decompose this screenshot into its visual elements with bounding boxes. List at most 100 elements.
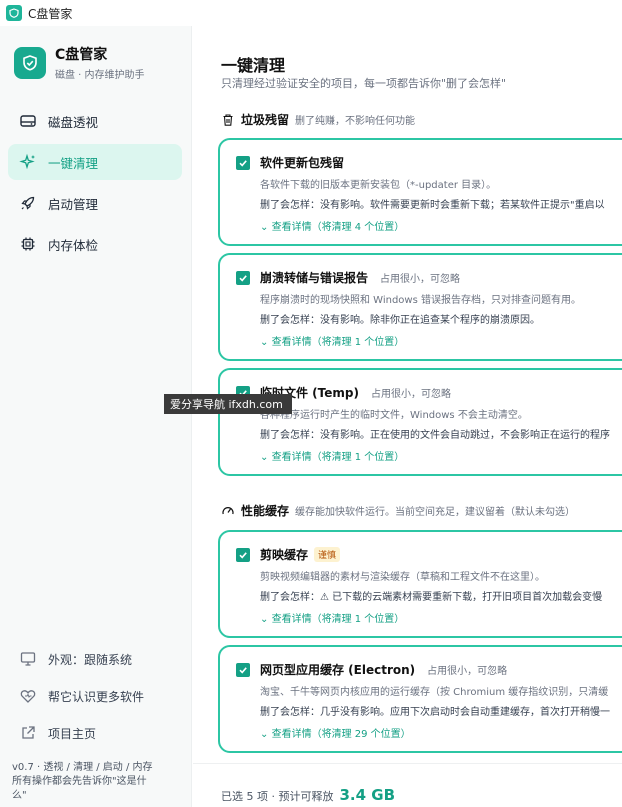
version-line: v0.7 · 透视 / 清理 / 启动 / 内存 bbox=[12, 762, 153, 773]
appearance-label: 外观：跟随系统 bbox=[48, 652, 133, 667]
chevron-down-icon: ⌄ bbox=[260, 452, 269, 463]
app-logo-icon bbox=[6, 5, 22, 21]
brand-subtitle: 磁盘 · 内存维护助手 bbox=[55, 70, 145, 81]
sidebar-nav: 磁盘透视 一键清理 启动管理 内存体检 bbox=[8, 103, 182, 267]
page-subtitle: 只清理经过验证安全的项目，每一项都告诉你"删了会怎样" bbox=[221, 77, 507, 90]
chevron-down-icon: ⌄ bbox=[260, 614, 269, 625]
item-effect: 删了会怎样：没有影响。除非你正在追查某个程序的崩溃原因。 bbox=[260, 315, 540, 326]
appearance-toggle[interactable]: 外观：跟随系统 bbox=[8, 642, 182, 676]
version-line: 么" bbox=[12, 790, 27, 801]
sidebar-item-startup[interactable]: 启动管理 bbox=[8, 185, 182, 221]
check-icon bbox=[239, 552, 247, 559]
clean-item-card[interactable]: 崩溃转储与错误报告 占用很小，可忽略 程序崩溃时的现场快照和 Windows 错误… bbox=[218, 253, 622, 361]
item-effect: 删了会怎样：没有影响。正在使用的文件会自动跳过，不会影响正在运行的程序 bbox=[260, 430, 610, 441]
chevron-down-icon: ⌄ bbox=[260, 222, 269, 233]
section-title: 垃圾残留 bbox=[241, 113, 290, 127]
item-checkbox[interactable] bbox=[236, 663, 250, 677]
disk-icon bbox=[18, 111, 38, 131]
contribute-link[interactable]: 帮它认识更多软件 bbox=[8, 679, 182, 713]
item-effect: 删了会怎样：⚠ 已下载的云端素材需要重新下载，打开旧项目首次加载会变慢 bbox=[260, 592, 603, 603]
item-effect: 删了会怎样：没有影响。软件需要更新时会重新下载；若某软件正提示"重启以 bbox=[260, 200, 605, 211]
view-details-label: 查看详情（将清理 29 个位置） bbox=[271, 729, 411, 740]
check-icon bbox=[239, 667, 247, 674]
view-details-link[interactable]: ⌄ 查看详情（将清理 1 个位置） bbox=[260, 333, 404, 348]
selection-summary: 已选 5 项 · 预计可释放 3.4 GB bbox=[221, 786, 395, 804]
clean-item-card[interactable]: 软件更新包残留 各软件下载的旧版本更新安装包（*-updater 目录）。 删了… bbox=[218, 138, 622, 246]
brand-name: C盘管家 bbox=[55, 47, 108, 63]
sidebar-item-memory[interactable]: 内存体检 bbox=[8, 226, 182, 262]
item-desc: 剪映视频编辑器的素材与渲染缓存（草稿和工程文件不在这里）。 bbox=[260, 572, 545, 583]
item-title-text: 崩溃转储与错误报告 bbox=[260, 271, 369, 285]
window-titlebar: C盘管家 bbox=[0, 0, 622, 26]
item-hint: 占用很小，可忽略 bbox=[427, 666, 508, 677]
item-checkbox[interactable] bbox=[236, 271, 250, 285]
page-title: 一键清理 bbox=[221, 56, 286, 75]
section-title: 性能缓存 bbox=[241, 504, 290, 518]
view-details-label: 查看详情（将清理 4 个位置） bbox=[271, 222, 405, 233]
section-desc: 删了纯赚，不影响任何功能 bbox=[295, 116, 416, 127]
version-line: 所有操作都会先告诉你"这是什 bbox=[12, 776, 147, 787]
item-checkbox[interactable] bbox=[236, 548, 250, 562]
sidebar-item-label: 磁盘透视 bbox=[48, 114, 99, 130]
sidebar-item-label: 启动管理 bbox=[48, 196, 99, 212]
item-desc: 各种程序运行时产生的临时文件，Windows 不会主动清空。 bbox=[260, 410, 528, 421]
check-icon bbox=[239, 160, 247, 167]
contribute-label: 帮它认识更多软件 bbox=[48, 689, 145, 704]
summary-size: 3.4 GB bbox=[339, 786, 396, 804]
clean-item-card[interactable]: 剪映缓存 谨慎 剪映视频编辑器的素材与渲染缓存（草稿和工程文件不在这里）。 删了会… bbox=[218, 530, 622, 638]
chevron-down-icon: ⌄ bbox=[260, 337, 269, 348]
view-details-link[interactable]: ⌄ 查看详情（将清理 4 个位置） bbox=[260, 218, 404, 233]
project-home-link[interactable]: 项目主页 bbox=[8, 716, 182, 750]
watermark: 爱分享导航 ifxdh.com bbox=[164, 394, 292, 414]
item-title-text: 剪映缓存 bbox=[260, 548, 309, 562]
view-details-link[interactable]: ⌄ 查看详情（将清理 29 个位置） bbox=[260, 725, 411, 740]
view-details-label: 查看详情（将清理 1 个位置） bbox=[271, 337, 405, 348]
chip-icon bbox=[18, 234, 38, 254]
gauge-icon bbox=[221, 504, 235, 518]
item-title: 剪映缓存 谨慎 bbox=[260, 546, 341, 563]
item-title-text: 网页型应用缓存 (Electron) bbox=[260, 663, 416, 677]
monitor-icon bbox=[18, 649, 38, 669]
external-link-icon bbox=[18, 723, 38, 743]
view-details-label: 查看详情（将清理 1 个位置） bbox=[271, 614, 405, 625]
item-title: 崩溃转储与错误报告 占用很小，可忽略 bbox=[260, 269, 460, 286]
item-checkbox[interactable] bbox=[236, 156, 250, 170]
item-desc: 淘宝、千牛等网页内核应用的运行缓存（按 Chromium 缓存指纹识别，只清缓 bbox=[260, 687, 609, 698]
item-desc: 程序崩溃时的现场快照和 Windows 错误报告存档，只对排查问题有用。 bbox=[260, 295, 581, 306]
sidebar-item-disk-view[interactable]: 磁盘透视 bbox=[8, 103, 182, 139]
item-title: 网页型应用缓存 (Electron) 占用很小，可忽略 bbox=[260, 661, 507, 678]
section-junk-header: 垃圾残留 删了纯赚，不影响任何功能 bbox=[221, 111, 415, 128]
sidebar-item-label: 内存体检 bbox=[48, 237, 99, 253]
section-cache-header: 性能缓存 缓存能加快软件运行。当前空间充足，建议留着（默认未勾选） bbox=[221, 502, 575, 519]
item-hint: 占用很小，可忽略 bbox=[370, 389, 451, 400]
view-details-link[interactable]: ⌄ 查看详情（将清理 1 个位置） bbox=[260, 448, 404, 463]
clean-item-card[interactable]: 网页型应用缓存 (Electron) 占用很小，可忽略 淘宝、千牛等网页内核应用的… bbox=[218, 645, 622, 753]
view-details-label: 查看详情（将清理 1 个位置） bbox=[271, 452, 405, 463]
window-title: C盘管家 bbox=[28, 6, 73, 21]
trash-icon bbox=[221, 113, 235, 127]
footer-divider bbox=[193, 763, 622, 764]
sidebar-bottom-nav: 外观：跟随系统 帮它认识更多软件 项目主页 bbox=[8, 642, 182, 753]
item-desc: 各软件下载的旧版本更新安装包（*-updater 目录）。 bbox=[260, 180, 497, 191]
sparkle-icon bbox=[18, 152, 38, 172]
clean-item-card[interactable]: 临时文件 (Temp) 占用很小，可忽略 各种程序运行时产生的临时文件，Windo… bbox=[218, 368, 622, 476]
sidebar-item-label: 一键清理 bbox=[48, 155, 99, 171]
check-icon bbox=[239, 275, 247, 282]
version-info: v0.7 · 透视 / 清理 / 启动 / 内存 所有操作都会先告诉你"这是什 … bbox=[12, 761, 184, 803]
item-title-text: 软件更新包残留 bbox=[260, 156, 345, 170]
item-hint: 占用很小，可忽略 bbox=[380, 274, 461, 285]
rocket-icon bbox=[18, 193, 38, 213]
item-title: 软件更新包残留 bbox=[260, 154, 344, 171]
main-panel: 一键清理 只清理经过验证安全的项目，每一项都告诉你"删了会怎样" 垃圾残留 删了… bbox=[193, 26, 622, 807]
caution-badge: 谨慎 bbox=[314, 547, 341, 562]
project-home-label: 项目主页 bbox=[48, 726, 97, 741]
brand: C盘管家 磁盘 · 内存维护助手 bbox=[14, 44, 145, 81]
view-details-link[interactable]: ⌄ 查看详情（将清理 1 个位置） bbox=[260, 610, 404, 625]
heart-icon bbox=[18, 686, 38, 706]
sidebar-item-one-click-clean[interactable]: 一键清理 bbox=[8, 144, 182, 180]
section-desc: 缓存能加快软件运行。当前空间充足，建议留着（默认未勾选） bbox=[295, 507, 576, 518]
chevron-down-icon: ⌄ bbox=[260, 729, 269, 740]
sidebar: C盘管家 磁盘 · 内存维护助手 磁盘透视 一键清理 启动管理 内存体检 外观：… bbox=[0, 26, 192, 807]
shield-logo-icon bbox=[14, 46, 46, 79]
item-effect: 删了会怎样：几乎没有影响。应用下次启动时会自动重建缓存，首次打开稍慢一 bbox=[260, 707, 610, 718]
